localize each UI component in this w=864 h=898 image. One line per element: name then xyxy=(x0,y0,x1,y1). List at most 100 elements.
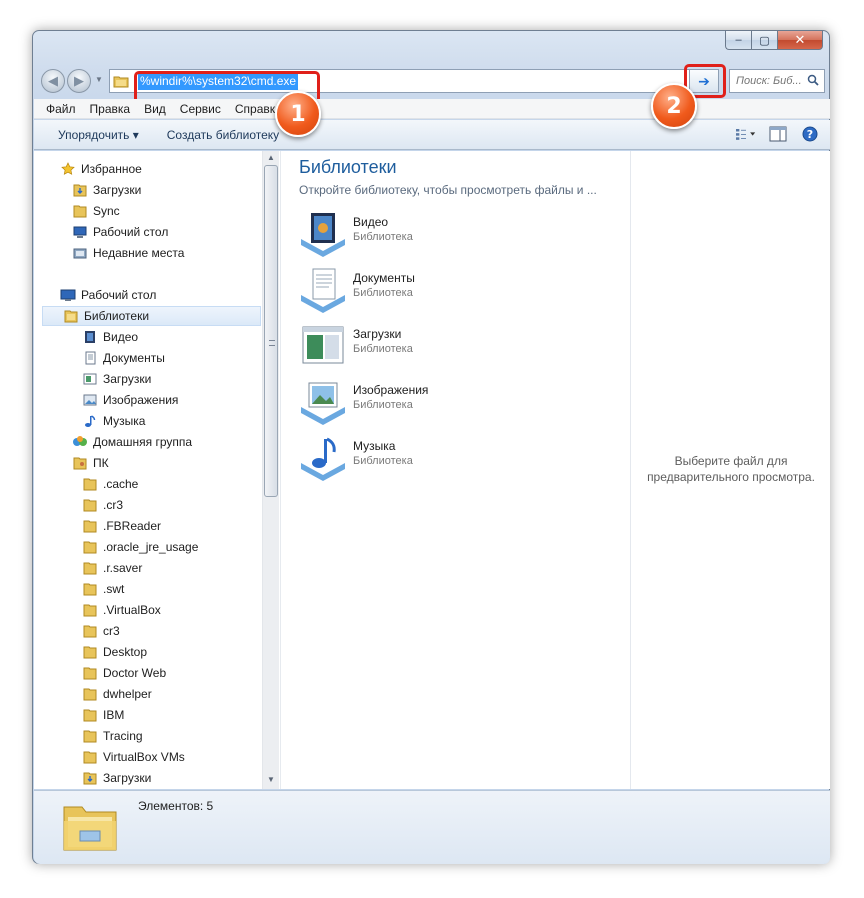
library-type: Библиотека xyxy=(353,343,413,355)
nav-label: Изображения xyxy=(103,393,179,407)
library-name: Видео xyxy=(353,215,389,229)
video-icon xyxy=(82,329,98,345)
library-item-documents[interactable]: Документы Библиотека xyxy=(299,265,619,315)
nav-pc-item[interactable]: Tracing xyxy=(82,726,143,746)
nav-pc-item[interactable]: cr3 xyxy=(82,621,120,641)
nav-pc[interactable]: ПК xyxy=(72,453,109,473)
folder-icon xyxy=(82,686,98,702)
nav-label: Избранное xyxy=(81,162,142,176)
nav-lib-music[interactable]: Музыка xyxy=(82,411,145,431)
menu-tools[interactable]: Сервис xyxy=(180,102,221,116)
nav-pc-item[interactable]: .FBReader xyxy=(82,516,161,536)
nav-homegroup[interactable]: Домашняя группа xyxy=(72,432,192,452)
documents-library-icon xyxy=(301,268,345,313)
nav-pc-item[interactable]: VirtualBox VMs xyxy=(82,747,185,767)
nav-label: Doctor Web xyxy=(103,666,167,680)
folder-icon xyxy=(82,518,98,534)
library-item-music[interactable]: Музыка Библиотека xyxy=(299,433,619,483)
nav-pc-item[interactable]: .swt xyxy=(82,579,124,599)
organize-button[interactable]: Упорядочить ▾ xyxy=(58,128,139,142)
nav-fav-desktop[interactable]: Рабочий стол xyxy=(72,222,168,242)
pictures-library-icon xyxy=(301,382,345,425)
scroll-thumb[interactable] xyxy=(264,165,278,497)
page-title: Библиотеки xyxy=(299,157,397,177)
library-item-video[interactable]: Видео Библиотека xyxy=(299,209,619,259)
nav-label: .cr3 xyxy=(103,498,124,512)
scroll-down-icon[interactable]: ▼ xyxy=(267,775,275,784)
nav-pc-item[interactable]: Загрузки xyxy=(82,768,151,788)
nav-label: ПК xyxy=(93,456,109,470)
help-icon[interactable]: ? xyxy=(800,125,820,143)
recent-pages-dropdown-icon[interactable]: ▼ xyxy=(95,75,103,84)
desktop-icon xyxy=(60,287,76,303)
search-box[interactable] xyxy=(729,69,825,93)
navigation-row: ◀ ▶ ▼ %windir%\system32\cmd.exe ▼ ➔ xyxy=(41,64,825,105)
library-item-pictures[interactable]: Изображения Библиотека xyxy=(299,377,619,427)
library-name: Изображения xyxy=(353,383,429,397)
view-options-icon[interactable] xyxy=(736,125,756,143)
nav-pc-item[interactable]: .r.saver xyxy=(82,558,142,578)
nav-label: IBM xyxy=(103,708,125,722)
nav-libraries[interactable]: Библиотеки xyxy=(42,306,261,326)
scroll-up-icon[interactable]: ▲ xyxy=(267,153,275,162)
nav-label: Библиотеки xyxy=(84,309,150,323)
explorer-window: ‒ ▢ ✕ ◀ ▶ ▼ %windir%\system32\cmd.exe ▼ … xyxy=(32,30,830,864)
nav-scrollbar[interactable]: ▲ ▼ xyxy=(262,151,279,789)
library-type: Библиотека xyxy=(353,399,413,411)
nav-label: .cache xyxy=(103,477,139,491)
close-button[interactable]: ✕ xyxy=(777,30,823,50)
forward-button[interactable]: ▶ xyxy=(67,69,91,93)
nav-pc-item[interactable]: Doctor Web xyxy=(82,663,166,683)
user-folder-icon xyxy=(72,455,88,471)
nav-lib-documents[interactable]: Документы xyxy=(82,348,165,368)
downloads-folder-icon xyxy=(82,770,98,786)
menu-file[interactable]: Файл xyxy=(46,102,76,116)
command-toolbar: Упорядочить ▾ Создать библиотеку ? xyxy=(34,120,830,150)
nav-pc-item[interactable]: dwhelper xyxy=(82,684,152,704)
nav-fav-sync[interactable]: Sync xyxy=(72,201,120,221)
search-input[interactable] xyxy=(736,75,806,87)
nav-fav-recent[interactable]: Недавние места xyxy=(72,243,184,263)
libraries-folder-icon xyxy=(110,70,132,92)
nav-pc-item[interactable]: .cache xyxy=(82,474,138,494)
back-button[interactable]: ◀ xyxy=(41,69,65,93)
nav-lib-pictures[interactable]: Изображения xyxy=(82,390,178,410)
nav-pc-item[interactable]: .oracle_jre_usage xyxy=(82,537,198,557)
music-note-icon xyxy=(82,413,98,429)
preview-pane-icon[interactable] xyxy=(768,125,788,143)
new-library-button[interactable]: Создать библиотеку xyxy=(167,128,279,142)
preview-message: Выберите файл для предварительного просм… xyxy=(631,453,831,485)
grip-icon xyxy=(269,340,275,346)
svg-text:?: ? xyxy=(807,128,813,141)
nav-fav-downloads[interactable]: Загрузки xyxy=(72,180,141,200)
nav-label: VirtualBox VMs xyxy=(103,750,185,764)
downloads-library-icon xyxy=(82,371,98,387)
main-pane: Библиотеки Откройте библиотеку, чтобы пр… xyxy=(280,151,628,789)
folder-icon xyxy=(82,707,98,723)
nav-label: Загрузки xyxy=(103,372,152,386)
library-item-downloads[interactable]: Загрузки Библиотека xyxy=(299,321,619,371)
nav-lib-video[interactable]: Видео xyxy=(82,327,138,347)
nav-lib-downloads[interactable]: Загрузки xyxy=(82,369,151,389)
search-icon[interactable] xyxy=(807,74,819,86)
navigation-pane: Избранное Загрузки Sync Рабочий стол Нед… xyxy=(34,151,262,789)
nav-pc-item[interactable]: Desktop xyxy=(82,642,147,662)
nav-pc-item[interactable]: IBM xyxy=(82,705,124,725)
nav-pc-item[interactable]: .VirtualBox xyxy=(82,600,161,620)
menu-edit[interactable]: Правка xyxy=(90,102,131,116)
folder-icon xyxy=(82,602,98,618)
nav-label: .oracle_jre_usage xyxy=(103,540,199,554)
nav-desktop[interactable]: Рабочий стол xyxy=(60,285,156,305)
documents-icon xyxy=(82,350,98,366)
nav-label: Рабочий стол xyxy=(81,288,157,302)
minimize-button[interactable]: ‒ xyxy=(725,30,751,50)
folder-icon xyxy=(82,644,98,660)
nav-label: Видео xyxy=(103,330,139,344)
nav-pc-item[interactable]: .cr3 xyxy=(82,495,123,515)
nav-label: Загрузки xyxy=(93,183,142,197)
nav-favorites[interactable]: Избранное xyxy=(60,159,142,179)
maximize-button[interactable]: ▢ xyxy=(751,30,777,50)
content-area: Избранное Загрузки Sync Рабочий стол Нед… xyxy=(34,151,830,789)
homegroup-icon xyxy=(72,434,88,450)
menu-view[interactable]: Вид xyxy=(144,102,166,116)
